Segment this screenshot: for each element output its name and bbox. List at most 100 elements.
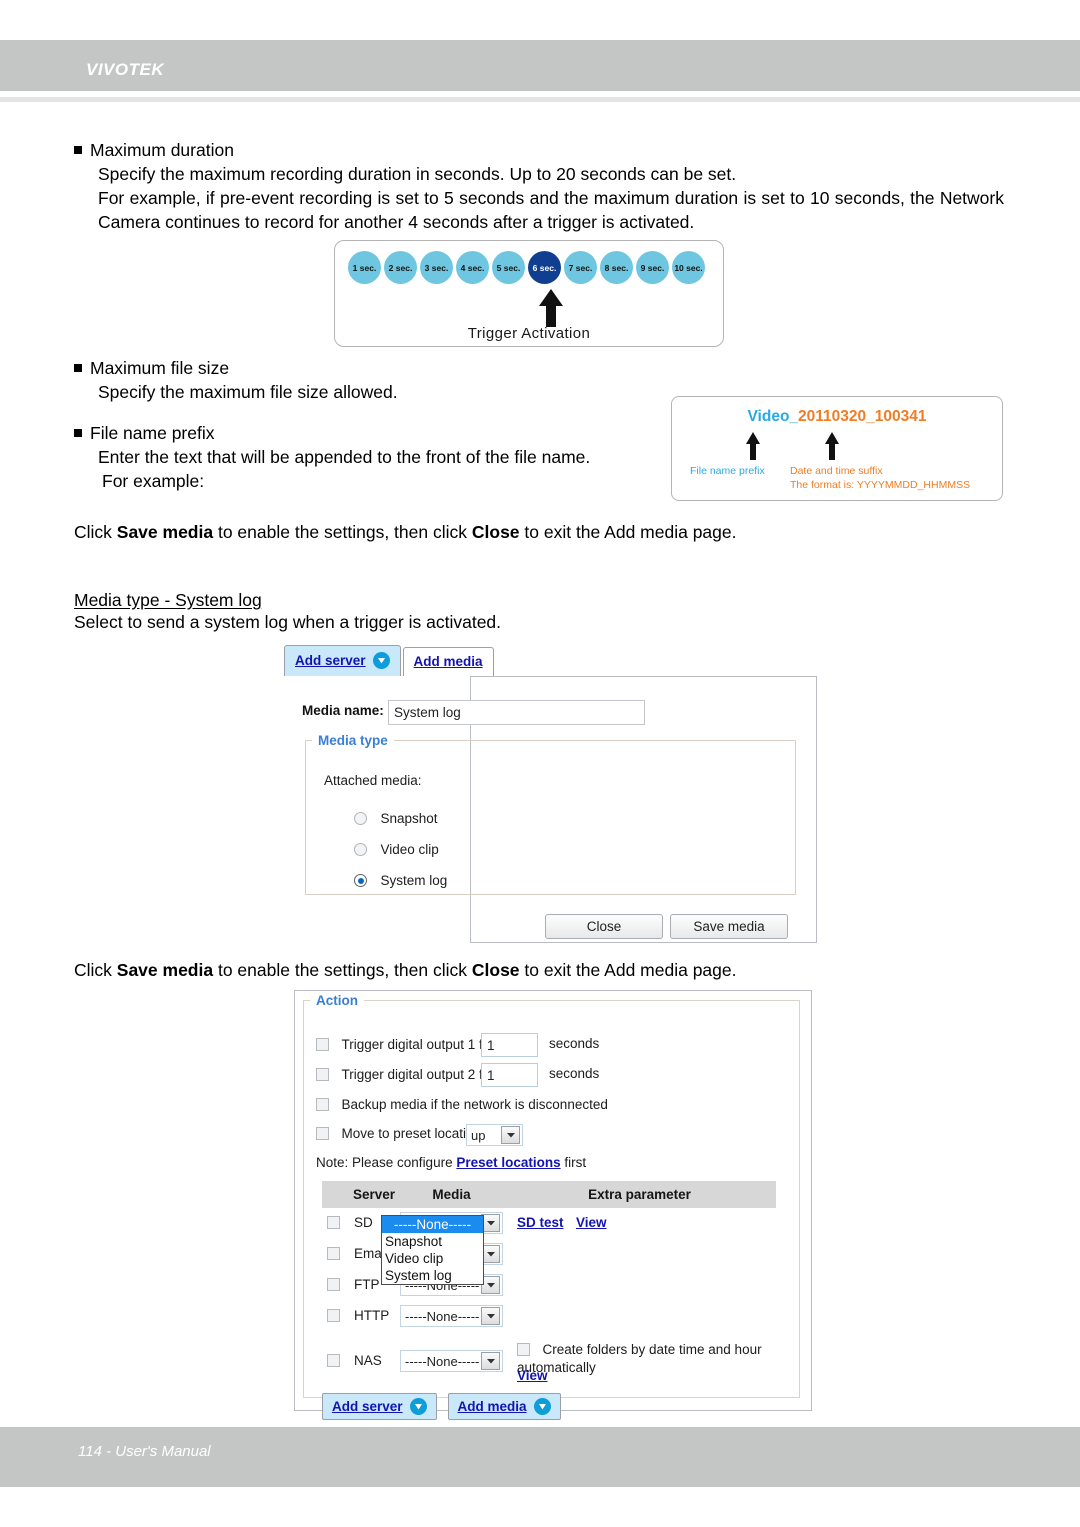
example-filename-suffix: 20110320_100341 [798,408,927,425]
header-divider [0,97,1080,102]
radio-video-clip-label: Video clip [380,842,439,857]
chevron-down-icon[interactable] [481,1352,500,1370]
radio-video-clip-icon[interactable] [354,843,367,856]
create-folders-label: Create folders by date time and hour aut… [517,1342,762,1375]
close-button[interactable]: Close [545,914,663,939]
suffix-pointer-arrow-icon [825,432,839,460]
trigger-output-1-seconds-input[interactable] [481,1033,538,1057]
bullet-heading-max-file-size: Maximum file size [74,356,694,380]
radio-system-log-label: System log [380,873,448,888]
action-row-backup-media: Backup media if the network is disconnec… [316,1096,608,1114]
timeline-bubble: 7 sec. [564,251,597,284]
table-row-nas: NAS [322,1353,396,1368]
bullet-square-icon [74,429,82,437]
radio-option-snapshot[interactable]: Snapshot [354,810,438,828]
action-row-trigger-output-2: Trigger digital output 2 for [316,1066,495,1084]
trigger-output-2-seconds-input[interactable] [481,1063,538,1087]
file-name-prefix-figure: Video_20110320_100341 File name prefix D… [671,396,1003,501]
dropdown-option[interactable]: Video clip [382,1250,483,1267]
brand-logo: VIVOTEK [86,60,165,79]
max-file-size-line1: Specify the maximum file size allowed. [98,382,398,402]
backup-media-label: Backup media if the network is disconnec… [341,1097,608,1112]
tab-add-media-label: Add media [413,654,483,669]
media-type-system-log-line1: Select to send a system log when a trigg… [74,612,502,632]
checkbox-backup-media[interactable] [316,1098,329,1111]
tab-add-media[interactable]: Add media [402,647,494,676]
chevron-down-icon[interactable] [501,1126,520,1144]
timeline-bubble: 1 sec. [348,251,381,284]
checkbox-trigger-output-1[interactable] [316,1038,329,1051]
chevron-down-icon[interactable] [481,1307,500,1325]
save-media-button[interactable]: Save media [670,914,788,939]
add-media-button[interactable]: Add media [447,1393,561,1420]
add-server-button[interactable]: Add server [322,1393,437,1420]
media-select-nas[interactable]: -----None----- [400,1350,503,1372]
attached-media-label: Attached media: [324,773,422,788]
media-select-nas-value: -----None----- [405,1353,480,1369]
tab-add-server-label: Add server [295,653,366,668]
trigger-arrow-icon [539,289,563,327]
radio-system-log-icon[interactable] [354,874,367,887]
trigger-output-1-seconds-label: seconds [549,1036,600,1051]
dropdown-option[interactable]: System log [382,1267,483,1284]
add-media-tab-strip: Add server Add media [284,645,494,676]
page-number: 114 - User's Manual [78,1443,211,1460]
timeline-bubble: 8 sec. [600,251,633,284]
preset-location-select[interactable]: up [466,1124,523,1146]
timeline-bubble: 2 sec. [384,251,417,284]
timeline-bubble: 9 sec. [636,251,669,284]
table-header-extra-parameter: Extra parameter [503,1181,776,1208]
checkbox-server-nas[interactable] [327,1354,340,1367]
tab-add-server[interactable]: Add server [284,645,401,676]
example-filename: Video_20110320_100341 [672,408,1002,426]
checkbox-server-email[interactable] [327,1247,340,1260]
bullet-heading-file-name-prefix: File name prefix [74,421,694,445]
add-server-button-label: Add server [332,1399,403,1414]
prefix-annotation-left: File name prefix [690,465,765,477]
preset-locations-link[interactable]: Preset locations [456,1155,560,1170]
radio-snapshot-icon[interactable] [354,812,367,825]
media-select-http[interactable]: -----None----- [400,1305,503,1327]
chevron-down-icon [533,1398,551,1415]
media-select-sd-open-list[interactable]: -----None----- Snapshot Video clip System l… [381,1215,484,1285]
radio-option-system-log[interactable]: System log [354,872,447,890]
prefix-annotation-right-1: Date and time suffix [790,465,883,477]
checkbox-trigger-output-2[interactable] [316,1068,329,1081]
nas-create-folders-row: Create folders by date time and hour aut… [517,1341,799,1377]
table-header-media: Media [400,1181,503,1208]
timeline-bubble-row: 1 sec. 2 sec. 3 sec. 4 sec. 5 sec. 6 sec. 7 se… [348,251,705,284]
checkbox-server-sd[interactable] [327,1216,340,1229]
dropdown-option[interactable]: -----None----- [382,1216,483,1233]
checkbox-server-http[interactable] [327,1309,340,1322]
preset-location-value: up [471,1127,486,1143]
prefix-annotation-right-2: The format is: YYYYMMDD_HHMMSS [790,479,971,491]
nas-view-link[interactable]: View [517,1368,548,1383]
trigger-output-1-label: Trigger digital output 1 for [341,1037,495,1052]
sd-test-link[interactable]: SD test [517,1215,564,1230]
trigger-activation-label: Trigger Activation [467,325,591,342]
checkbox-create-folders[interactable] [517,1343,530,1356]
save-media-note-1: Click Save media to enable the settings,… [74,522,737,542]
save-media-note-2: Click Save media to enable the settings,… [74,960,737,980]
preset-note: Note: Please configure Preset locations … [316,1155,587,1170]
radio-option-video-clip[interactable]: Video clip [354,841,439,859]
sd-view-link[interactable]: View [576,1215,607,1230]
media-type-system-log-heading: Media type - System log [74,590,262,610]
max-duration-line2: For example, if pre-event recording is s… [98,188,1004,232]
checkbox-preset-location[interactable] [316,1127,329,1140]
table-row-http: HTTP [322,1308,396,1323]
media-type-legend: Media type [318,733,388,748]
bullet-square-icon [74,364,82,372]
dropdown-option[interactable]: Snapshot [382,1233,483,1250]
example-filename-prefix: Video_ [747,408,799,425]
media-name-input[interactable] [388,700,645,725]
server-name-nas: NAS [354,1353,382,1368]
timeline-bubble: 5 sec. [492,251,525,284]
checkbox-server-ftp[interactable] [327,1278,340,1291]
action-row-preset-location: Move to preset location: [316,1125,485,1143]
timeline-bubble: 4 sec. [456,251,489,284]
table-header-checkbox [322,1181,348,1208]
section-max-duration: Maximum duration Specify the maximum rec… [74,138,1004,234]
media-type-fieldset: Media type Attached media: Snapshot Vide… [305,733,796,895]
trigger-output-2-seconds-label: seconds [549,1066,600,1081]
